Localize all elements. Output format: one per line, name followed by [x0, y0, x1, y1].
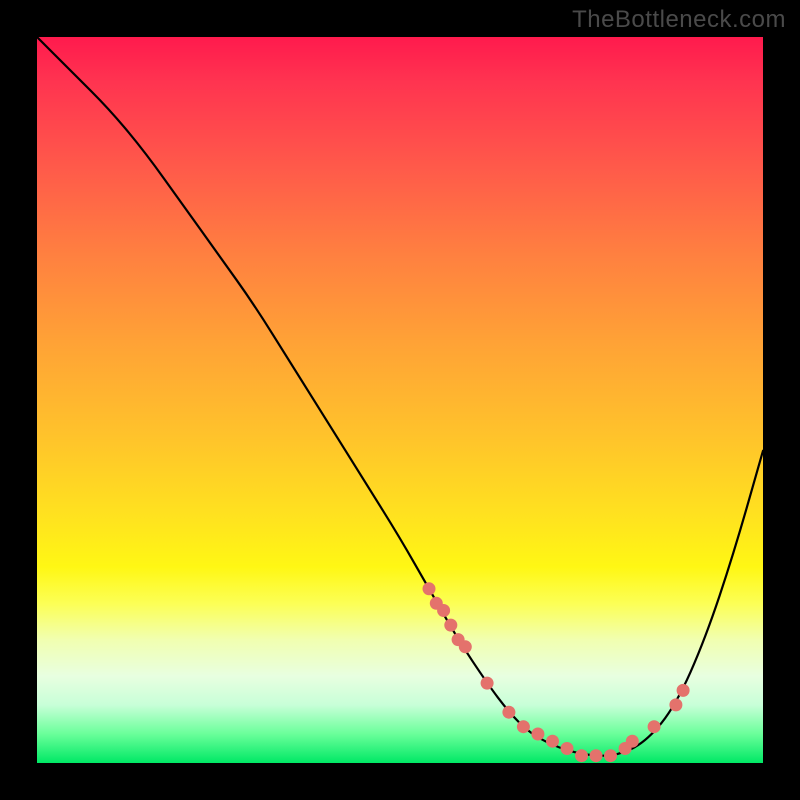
- marker-dot: [648, 720, 661, 733]
- marker-dot: [575, 749, 588, 762]
- marker-dot: [423, 582, 436, 595]
- marker-dot: [590, 749, 603, 762]
- chart-svg: [37, 37, 763, 763]
- marker-dot: [677, 684, 690, 697]
- marker-dot: [669, 698, 682, 711]
- marker-dot: [502, 706, 515, 719]
- marker-dot: [531, 728, 544, 741]
- marker-dot: [561, 742, 574, 755]
- marker-dot: [517, 720, 530, 733]
- marker-dot: [546, 735, 559, 748]
- marker-dot: [437, 604, 450, 617]
- attribution-label: TheBottleneck.com: [572, 6, 786, 34]
- marker-dot: [604, 749, 617, 762]
- marker-dot: [444, 619, 457, 632]
- marker-dot: [481, 677, 494, 690]
- marker-dot: [626, 735, 639, 748]
- bottleneck-curve: [37, 37, 763, 756]
- marker-dot: [459, 640, 472, 653]
